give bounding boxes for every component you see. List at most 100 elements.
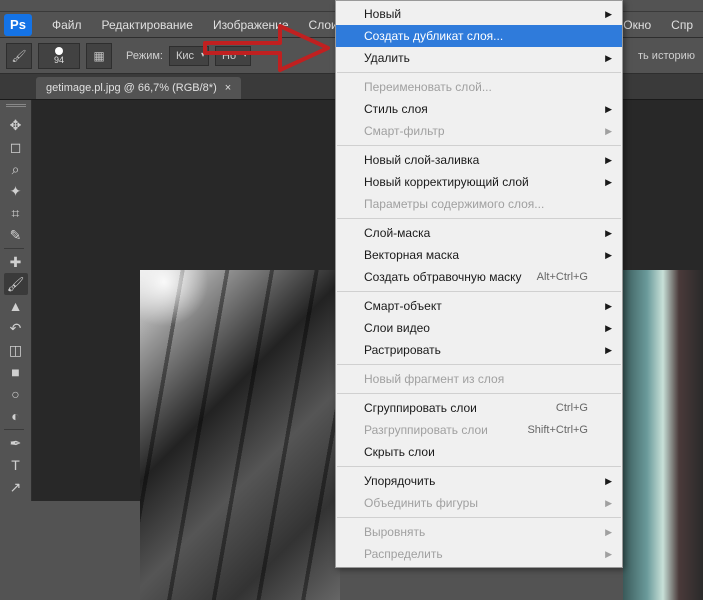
menu-item-label: Переименовать слой...: [364, 80, 492, 94]
brush-tool[interactable]: 🖌: [4, 273, 28, 295]
menu-item-label: Слой-маска: [364, 226, 430, 240]
path-tool[interactable]: ↗: [4, 476, 28, 498]
menu-separator: [337, 364, 621, 365]
menu-item: Переименовать слой...: [336, 76, 622, 98]
toolbox-grip[interactable]: [6, 104, 26, 110]
blur-tool[interactable]: ○: [4, 383, 28, 405]
menu-item-label: Скрыть слои: [364, 445, 435, 459]
menu-item[interactable]: Создать обтравочную маску Alt+Ctrl+G: [336, 266, 622, 288]
menu-item-label: Новый корректирующий слой: [364, 175, 529, 189]
menu-help[interactable]: Спр: [661, 18, 703, 32]
menu-item: Новый фрагмент из слоя: [336, 368, 622, 390]
menu-separator: [337, 393, 621, 394]
menu-item-label: Смарт-фильтр: [364, 124, 445, 138]
menu-item-label: Создать обтравочную маску: [364, 270, 522, 284]
eraser-tool[interactable]: ◫: [4, 339, 28, 361]
wand-tool[interactable]: ✦: [4, 180, 28, 202]
menu-file[interactable]: Файл: [42, 18, 92, 32]
submenu-arrow-icon: ▶: [605, 345, 612, 356]
menu-item-label: Смарт-объект: [364, 299, 442, 313]
menu-item-label: Создать дубликат слоя...: [364, 29, 503, 43]
history-toggle[interactable]: ть историю: [638, 50, 695, 62]
opacity-dropdown[interactable]: Но: [215, 46, 251, 66]
menu-item[interactable]: Удалить▶: [336, 47, 622, 69]
submenu-arrow-icon: ▶: [605, 9, 612, 20]
app-logo: Ps: [4, 14, 32, 36]
type-tool[interactable]: T: [4, 454, 28, 476]
menu-edit[interactable]: Редактирование: [92, 18, 203, 32]
menu-item[interactable]: Создать дубликат слоя...: [336, 25, 622, 47]
menu-item: Смарт-фильтр ▶: [336, 120, 622, 142]
document-tab[interactable]: getimage.pl.jpg @ 66,7% (RGB/8*) ×: [36, 77, 241, 99]
brush-preset[interactable]: 94: [38, 43, 80, 69]
canvas-image-right[interactable]: [623, 270, 703, 600]
menu-item-label: Новый фрагмент из слоя: [364, 372, 504, 386]
menu-separator: [337, 517, 621, 518]
submenu-arrow-icon: ▶: [605, 250, 612, 261]
brush-panel-icon[interactable]: ▦: [86, 43, 112, 69]
layers-context-menu: Новый▶ Создать дубликат слоя... Удалить▶ Пе…: [335, 0, 623, 568]
stamp-tool[interactable]: ▲: [4, 295, 28, 317]
dodge-tool[interactable]: ◐: [4, 405, 28, 427]
tool-preset-icon[interactable]: 🖌: [6, 43, 32, 69]
menu-item[interactable]: Упорядочить ▶: [336, 470, 622, 492]
menu-separator: [337, 291, 621, 292]
menu-separator: [337, 466, 621, 467]
menu-item-label: Распределить: [364, 547, 443, 561]
menu-item-label: Упорядочить: [364, 474, 435, 488]
submenu-arrow-icon: ▶: [605, 323, 612, 334]
menu-shortcut: Ctrl+G: [556, 402, 588, 414]
submenu-arrow-icon: ▶: [605, 155, 612, 166]
eyedropper-tool[interactable]: ✎: [4, 224, 28, 246]
menu-item[interactable]: Новый слой-заливка ▶: [336, 149, 622, 171]
submenu-arrow-icon: ▶: [605, 301, 612, 312]
menu-item[interactable]: Растрировать▶: [336, 339, 622, 361]
menu-item[interactable]: Смарт-объект ▶: [336, 295, 622, 317]
menu-item-label: Сгруппировать слои: [364, 401, 477, 415]
healing-tool[interactable]: ✚: [4, 251, 28, 273]
menu-item[interactable]: Сгруппировать слои Ctrl+G: [336, 397, 622, 419]
canvas-image[interactable]: [140, 270, 340, 600]
tool-separator: [4, 248, 24, 249]
submenu-arrow-icon: ▶: [605, 104, 612, 115]
gradient-tool[interactable]: ■: [4, 361, 28, 383]
menu-item[interactable]: Слои видео▶: [336, 317, 622, 339]
menu-image[interactable]: Изображение: [203, 18, 299, 32]
menu-separator: [337, 72, 621, 73]
menu-item-label: Векторная маска: [364, 248, 459, 262]
move-tool[interactable]: ✥: [4, 114, 28, 136]
menu-item[interactable]: Скрыть слои: [336, 441, 622, 463]
tool-separator: [4, 429, 24, 430]
history-brush-tool[interactable]: ↶: [4, 317, 28, 339]
menu-item[interactable]: Стиль слоя ▶: [336, 98, 622, 120]
document-tab-title: getimage.pl.jpg @ 66,7% (RGB/8*): [46, 82, 217, 94]
menu-item-label: Новый слой-заливка: [364, 153, 479, 167]
lasso-tool[interactable]: ⌕: [4, 158, 28, 180]
submenu-arrow-icon: ▶: [605, 476, 612, 487]
brush-size-label: 94: [54, 55, 64, 65]
menu-item-label: Стиль слоя: [364, 102, 428, 116]
close-icon[interactable]: ×: [225, 82, 231, 94]
menu-item-label: Объединить фигуры: [364, 496, 478, 510]
menu-item[interactable]: Векторная маска ▶: [336, 244, 622, 266]
menu-item-label: Разгруппировать слои: [364, 423, 488, 437]
menu-shortcut: Alt+Ctrl+G: [537, 271, 588, 283]
marquee-tool[interactable]: ◻: [4, 136, 28, 158]
submenu-arrow-icon: ▶: [605, 228, 612, 239]
submenu-arrow-icon: ▶: [605, 126, 612, 137]
menu-item[interactable]: Слой-маска ▶: [336, 222, 622, 244]
menu-item-label: Выровнять: [364, 525, 425, 539]
submenu-arrow-icon: ▶: [605, 527, 612, 538]
toolbox: ✥◻⌕✦⌗✎ ✚🖌▲↶◫■○◐ ✒T↗: [0, 100, 32, 501]
menu-separator: [337, 145, 621, 146]
menu-item[interactable]: Новый▶: [336, 3, 622, 25]
menu-item[interactable]: Новый корректирующий слой ▶: [336, 171, 622, 193]
mode-dropdown[interactable]: Кис: [169, 46, 209, 66]
menu-item: Разгруппировать слоиShift+Ctrl+G: [336, 419, 622, 441]
pen-tool[interactable]: ✒: [4, 432, 28, 454]
submenu-arrow-icon: ▶: [605, 177, 612, 188]
crop-tool[interactable]: ⌗: [4, 202, 28, 224]
submenu-arrow-icon: ▶: [605, 498, 612, 509]
submenu-arrow-icon: ▶: [605, 549, 612, 560]
menu-item: Параметры содержимого слоя...: [336, 193, 622, 215]
